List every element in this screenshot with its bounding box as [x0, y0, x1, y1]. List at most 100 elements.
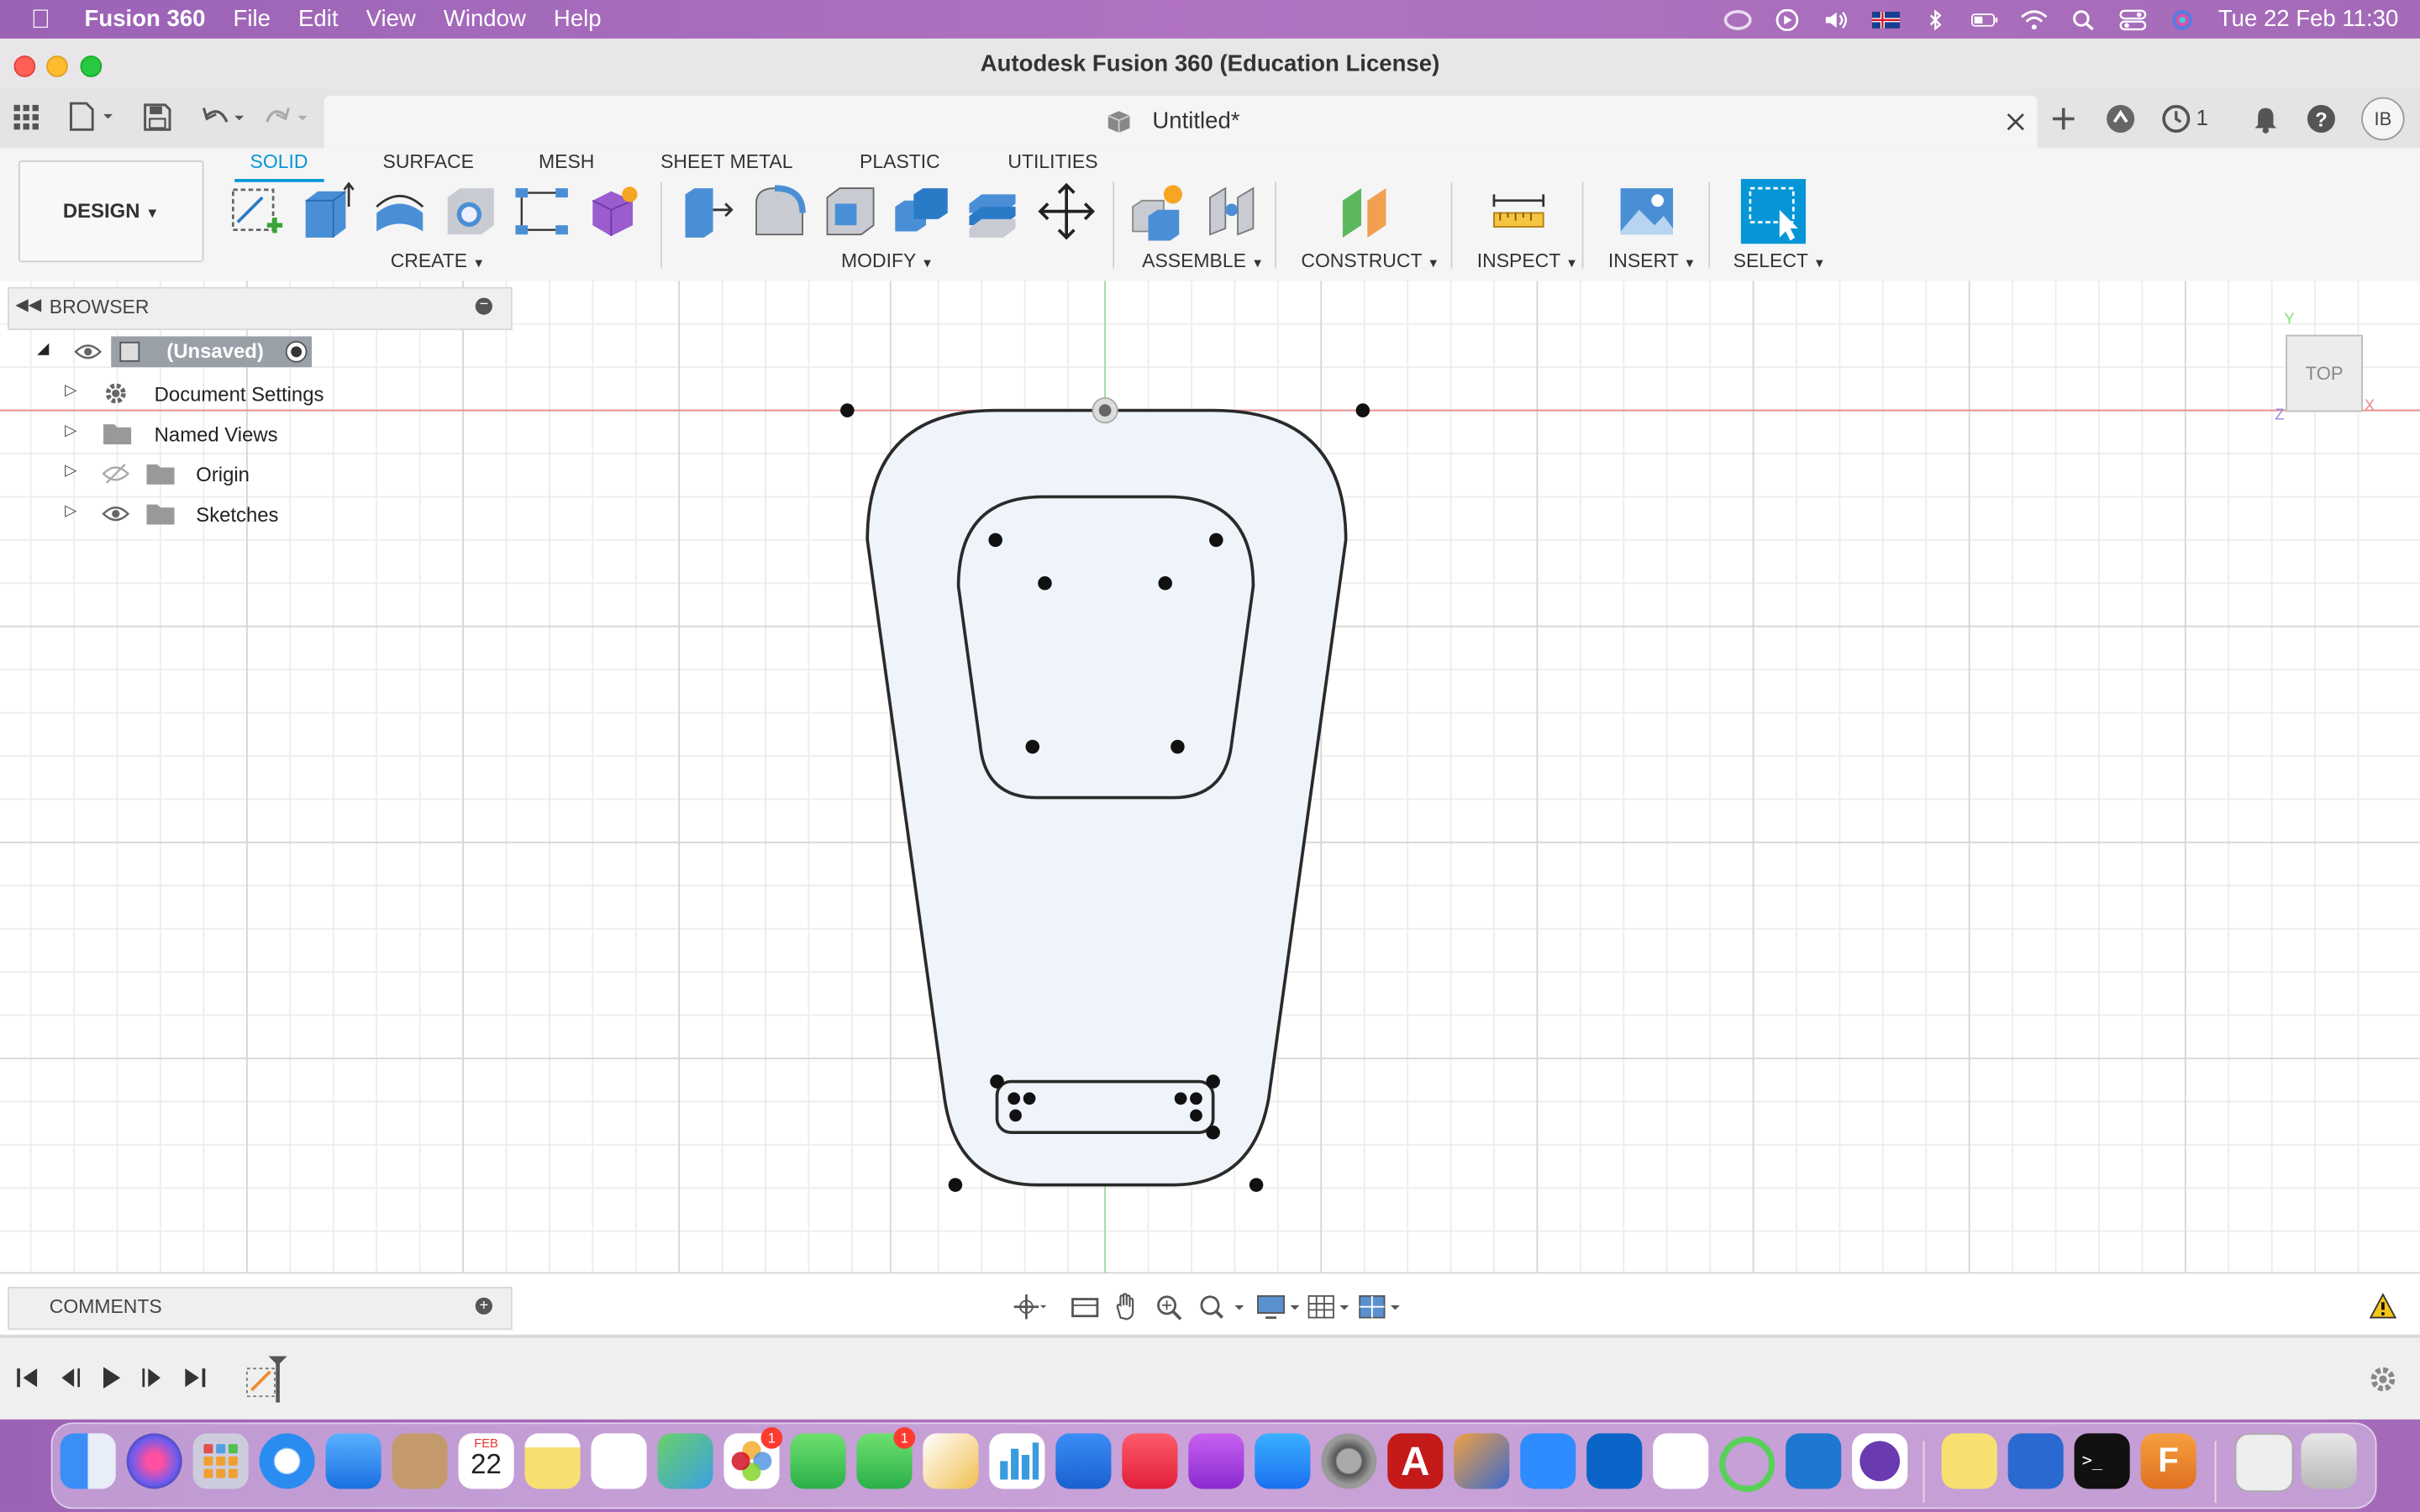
hole-icon[interactable] [441, 182, 500, 241]
document-stack-icon[interactable] [2234, 1433, 2294, 1493]
keynote-icon[interactable] [1055, 1433, 1112, 1489]
new-tab-icon[interactable] [2049, 105, 2077, 133]
workspace-switcher[interactable]: DESIGN ▼ [18, 160, 204, 263]
document-tab[interactable]: Untitled* [324, 95, 2038, 149]
maps-icon[interactable] [657, 1433, 713, 1489]
zoom-window-button[interactable] [80, 55, 103, 77]
volume-icon[interactable] [1823, 8, 1851, 30]
inspect-group-menu[interactable]: INSPECT ▼ [1477, 250, 1578, 272]
tab-solid[interactable]: SOLID [234, 151, 323, 182]
browser-panel-header[interactable]: ◀◀ BROWSER − [8, 286, 513, 331]
grid-settings-icon[interactable] [1307, 1293, 1354, 1320]
menu-edit[interactable]: Edit [298, 6, 338, 32]
file-menu-icon[interactable] [68, 102, 118, 133]
expand-arrow-icon[interactable]: ▷ [65, 423, 76, 439]
control-center-icon[interactable] [2119, 8, 2147, 30]
add-comment-icon[interactable]: + [475, 1297, 492, 1315]
help-icon[interactable]: ? [2306, 103, 2337, 134]
matlab-icon[interactable] [1454, 1433, 1510, 1489]
screen-sharing-icon[interactable] [2007, 1433, 2064, 1489]
trash-icon[interactable] [2301, 1433, 2357, 1489]
create-sketch-icon[interactable] [229, 182, 287, 241]
create-form-icon[interactable] [583, 182, 642, 241]
vscode-icon[interactable] [1786, 1433, 1842, 1489]
extrude-icon[interactable] [299, 181, 358, 241]
timeline-end-icon[interactable] [182, 1366, 207, 1390]
offset-face-icon[interactable] [963, 182, 1022, 241]
tab-sheet-metal[interactable]: SHEET METAL [660, 151, 792, 173]
creative-cloud-icon[interactable] [1724, 8, 1753, 30]
app-grid-icon[interactable] [13, 103, 40, 131]
close-tab-icon[interactable] [2007, 113, 2025, 131]
menu-view[interactable]: View [366, 6, 416, 32]
close-window-button[interactable] [13, 55, 36, 77]
pages-icon[interactable] [923, 1433, 979, 1489]
contacts-icon[interactable] [392, 1433, 448, 1489]
timeline-play-icon[interactable] [99, 1366, 124, 1390]
move-copy-icon[interactable] [1037, 182, 1096, 241]
sketch-canvas[interactable] [0, 281, 2420, 1334]
expand-arrow-icon[interactable]: ▷ [65, 463, 76, 480]
measure-icon[interactable] [1489, 182, 1548, 241]
menubar-clock[interactable]: Tue 22 Feb 11:30 [2218, 6, 2398, 32]
extensions-icon[interactable] [2105, 103, 2136, 134]
timeline-next-icon[interactable] [140, 1366, 165, 1390]
new-component-icon[interactable] [1129, 182, 1188, 241]
activate-radio-icon[interactable] [284, 339, 308, 364]
comments-panel-header[interactable]: COMMENTS + [8, 1286, 513, 1331]
hidden-eye-icon[interactable] [102, 463, 130, 485]
input-source-flag-icon[interactable] [1872, 8, 1901, 30]
siri-icon[interactable] [2169, 8, 2196, 30]
timeline-previous-icon[interactable] [57, 1366, 82, 1390]
undo-icon[interactable] [201, 103, 250, 131]
app-menu[interactable]: Fusion 360 [85, 6, 206, 32]
expand-root-icon[interactable]: ◢ [37, 341, 49, 358]
user-avatar[interactable]: IB [2361, 97, 2405, 141]
job-status-icon[interactable] [2160, 103, 2191, 134]
notifications-bell-icon[interactable] [2250, 103, 2281, 134]
fusion-360-dock-icon[interactable]: F [2140, 1433, 2196, 1489]
create-group-menu[interactable]: CREATE ▼ [391, 250, 485, 272]
zoom-app-icon[interactable] [1520, 1433, 1576, 1489]
facetime-icon[interactable]: 1 [856, 1426, 916, 1489]
apple-icon[interactable]:  [31, 4, 50, 35]
app-store-icon[interactable] [1255, 1433, 1311, 1489]
combine-icon[interactable] [892, 182, 951, 241]
tab-plastic[interactable]: PLASTIC [860, 151, 940, 173]
music-icon[interactable] [1122, 1433, 1178, 1489]
collapse-browser-icon[interactable]: ◀◀ [15, 295, 41, 315]
bluetooth-icon[interactable] [1922, 8, 1949, 30]
visibility-eye-icon[interactable] [74, 341, 103, 363]
redo-icon[interactable] [264, 103, 313, 131]
sync-app-icon[interactable] [1719, 1436, 1776, 1493]
mail-icon[interactable] [325, 1433, 381, 1489]
menu-file[interactable]: File [234, 6, 271, 32]
timeline-start-icon[interactable] [15, 1366, 39, 1390]
select-tool-button[interactable] [1740, 179, 1806, 244]
offset-plane-icon[interactable] [1337, 182, 1396, 241]
stickies-icon[interactable] [1941, 1433, 1997, 1489]
construct-group-menu[interactable]: CONSTRUCT ▼ [1301, 250, 1439, 272]
messages-icon[interactable] [790, 1433, 846, 1489]
joint-icon[interactable] [1204, 182, 1263, 241]
outlook-icon[interactable] [1586, 1433, 1643, 1489]
visibility-eye-icon[interactable] [102, 503, 130, 525]
pan-hand-icon[interactable] [1111, 1293, 1144, 1320]
fit-zoom-icon[interactable] [1197, 1293, 1247, 1320]
timeline-sketch-feature-icon[interactable] [244, 1353, 290, 1405]
slack-icon[interactable] [1653, 1433, 1709, 1489]
menu-window[interactable]: Window [444, 6, 526, 32]
look-at-icon[interactable] [1068, 1293, 1102, 1320]
battery-icon[interactable] [1971, 8, 1999, 30]
modify-group-menu[interactable]: MODIFY ▼ [841, 250, 934, 272]
viewports-icon[interactable] [1358, 1293, 1404, 1320]
pattern-icon[interactable] [513, 182, 571, 241]
revolve-icon[interactable] [371, 182, 429, 241]
minimize-window-button[interactable] [46, 55, 68, 77]
safari-icon[interactable] [259, 1433, 315, 1489]
insert-image-icon[interactable] [1618, 182, 1676, 241]
select-group-menu[interactable]: SELECT ▼ [1733, 250, 1826, 272]
notes-icon[interactable] [524, 1433, 581, 1489]
tab-surface[interactable]: SURFACE [383, 151, 474, 173]
terminal-icon[interactable]: >_ [2074, 1433, 2130, 1489]
